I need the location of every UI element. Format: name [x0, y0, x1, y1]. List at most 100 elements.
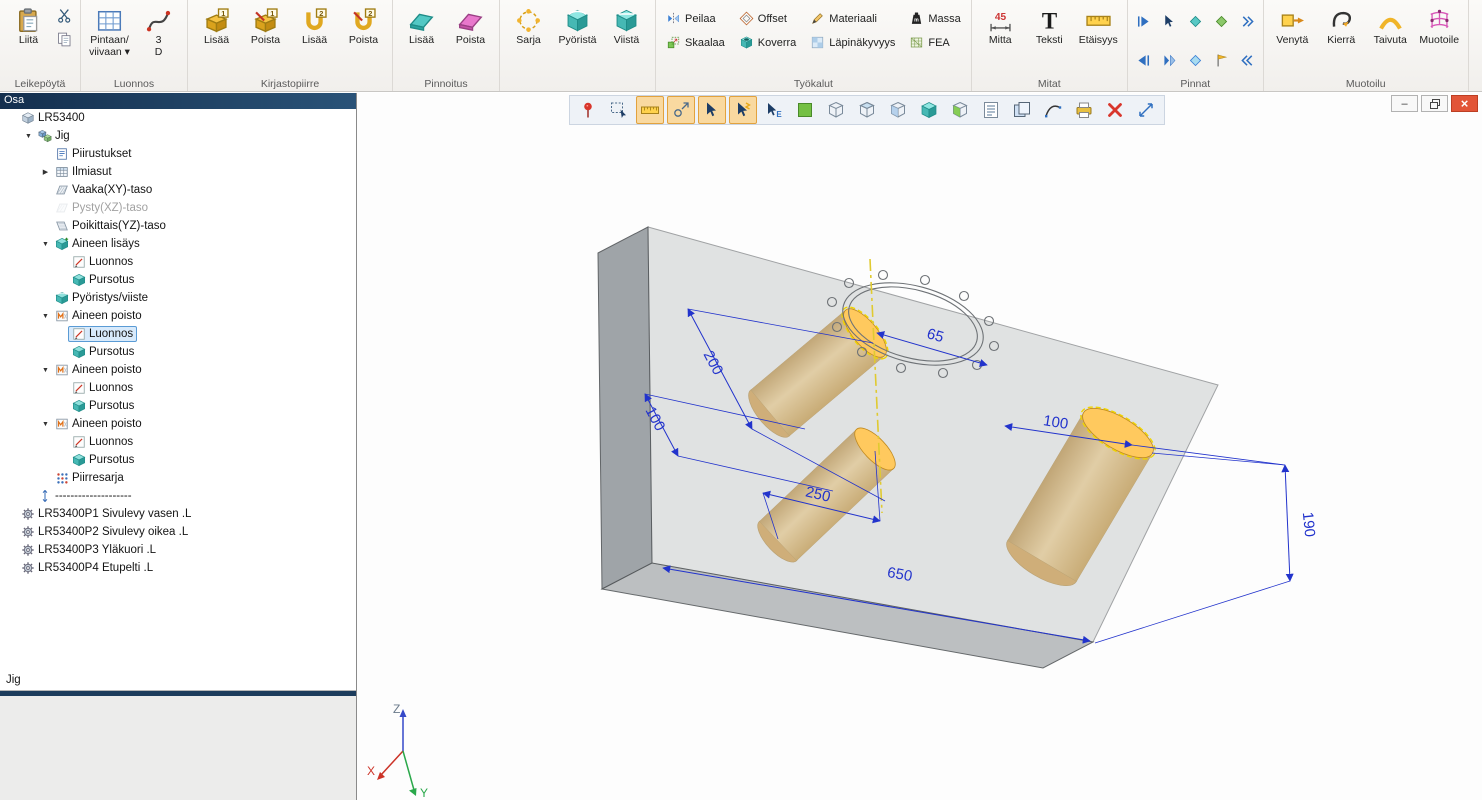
tree-item-pursotus[interactable]: Pursotus: [0, 451, 356, 469]
tree-item-21[interactable]: --------------------: [0, 487, 356, 505]
viewport-tool-copy-layers[interactable]: [1008, 96, 1036, 124]
viewport-tool-print[interactable]: [1070, 96, 1098, 124]
tree-item-luonnos[interactable]: Luonnos: [0, 253, 356, 271]
viewport-tool-measure-arrow[interactable]: [1132, 96, 1160, 124]
viewport-tool-wire-box-section[interactable]: [884, 96, 912, 124]
viewport-tool-pick-element[interactable]: E: [760, 96, 788, 124]
tree-item-ilmiasut[interactable]: ▶Ilmiasut: [0, 163, 356, 181]
ribbon-button-tri-left[interactable]: [1132, 49, 1155, 72]
3d-model-scene[interactable]: 200 100 65 250 100 650 190 Z X Y: [357, 93, 1482, 800]
viewport-tool-cursor[interactable]: [698, 96, 726, 124]
ribbon-button-offset[interactable]: Offset: [733, 8, 803, 29]
expand-arrow[interactable]: ▼: [23, 133, 34, 140]
restore-button[interactable]: [1421, 95, 1448, 112]
3d-viewport[interactable]: 200 100 65 250 100 650 190 Z X Y E – ×: [357, 93, 1482, 800]
ribbon-button-poista[interactable]: 1Poista: [241, 2, 290, 60]
box-left-face[interactable]: [598, 227, 652, 589]
ribbon-button-viist[interactable]: Viistä: [602, 2, 651, 60]
tree-item-pysty-xz-taso[interactable]: Pysty(XZ)-taso: [0, 199, 356, 217]
ribbon-button-poista[interactable]: Poista: [446, 2, 495, 60]
ribbon-button-chev-right[interactable]: [1236, 10, 1259, 33]
tree-item-pursotus[interactable]: Pursotus: [0, 271, 356, 289]
tree-item-lr53400[interactable]: LR53400: [0, 109, 356, 127]
tree-item-pursotus[interactable]: Pursotus: [0, 343, 356, 361]
ribbon-button-poista[interactable]: 2Poista: [339, 2, 388, 60]
ribbon-button-lis[interactable]: Lisää: [397, 2, 446, 60]
tree-item-jig[interactable]: ▼Jig: [0, 127, 356, 145]
tree-item-piirresarja[interactable]: Piirresarja: [0, 469, 356, 487]
ribbon-button-peilaa[interactable]: Peilaa: [660, 8, 731, 29]
dimension-label[interactable]: 190: [1299, 511, 1319, 538]
expand-arrow[interactable]: ▼: [40, 241, 51, 248]
minimize-button[interactable]: –: [1391, 95, 1418, 112]
ribbon-button-tri-pair[interactable]: [1158, 49, 1181, 72]
viewport-tool-snap-angle[interactable]: [667, 96, 695, 124]
ribbon-button-pintaan-viivaan[interactable]: Pintaan/ viivaan ▾: [85, 2, 134, 62]
ribbon-button-cursor-small[interactable]: [1158, 10, 1181, 33]
tree-item-lr53400p2-sivulevy-oikea-l[interactable]: LR53400P2 Sivulevy oikea .L: [0, 523, 356, 541]
ribbon-button-massa[interactable]: mMassa: [903, 8, 966, 29]
tree-item-aineen-poisto[interactable]: ▼Aineen poisto: [0, 415, 356, 433]
tree-item-vaaka-xy-taso[interactable]: Vaaka(XY)-taso: [0, 181, 356, 199]
tree-item-piirustukset[interactable]: Piirustukset: [0, 145, 356, 163]
ribbon-button-lis[interactable]: 2Lisää: [290, 2, 339, 60]
ribbon-button-chev-left[interactable]: [1236, 49, 1259, 72]
ribbon-button-kierr[interactable]: Kierrä: [1317, 2, 1366, 60]
viewport-tool-wire-box-shaded[interactable]: [853, 96, 881, 124]
tree-item-aineen-lis-ys[interactable]: ▼Aineen lisäys: [0, 235, 356, 253]
ribbon-button-tri-right[interactable]: [1132, 10, 1155, 33]
ribbon-button-taivuta[interactable]: Taivuta: [1366, 2, 1415, 60]
ribbon-button-3-d[interactable]: 3 D: [134, 2, 183, 62]
viewport-tool-ruler[interactable]: [636, 96, 664, 124]
feature-tree[interactable]: LR53400▼JigPiirustukset▶IlmiasutVaaka(XY…: [0, 109, 356, 670]
ribbon-button-flag[interactable]: [1210, 49, 1233, 72]
expand-arrow[interactable]: ▼: [40, 313, 51, 320]
tree-item-lr53400p3-yl-kuori-l[interactable]: LR53400P3 Yläkuori .L: [0, 541, 356, 559]
ribbon-button-materiaali[interactable]: Materiaali: [804, 8, 901, 29]
tree-item-luonnos[interactable]: Luonnos: [0, 325, 356, 343]
ribbon-button-copy[interactable]: [54, 29, 75, 50]
tree-item-luonnos[interactable]: Luonnos: [0, 379, 356, 397]
ribbon-button-koverra[interactable]: Koverra: [733, 32, 803, 53]
tree-item-poikittais-yz-taso[interactable]: Poikittais(YZ)-taso: [0, 217, 356, 235]
tree-item-lr53400p4-etupelti-l[interactable]: LR53400P4 Etupelti .L: [0, 559, 356, 577]
tree-item-lr53400p1-sivulevy-vasen-l[interactable]: LR53400P1 Sivulevy vasen .L: [0, 505, 356, 523]
ribbon-button-diamond2[interactable]: [1184, 49, 1207, 72]
viewport-tool-solid-box[interactable]: [915, 96, 943, 124]
ribbon-button-skaalaa[interactable]: Skaalaa: [660, 32, 731, 53]
expand-arrow[interactable]: ▶: [40, 168, 51, 176]
ribbon-button-liit[interactable]: Liitä: [4, 2, 53, 60]
ribbon-button-et-isyys[interactable]: Etäisyys: [1074, 2, 1123, 60]
expand-arrow[interactable]: ▼: [40, 367, 51, 374]
viewport-tool-fill-face[interactable]: [791, 96, 819, 124]
viewport-tool-wire-box[interactable]: [822, 96, 850, 124]
ribbon-button-diamond[interactable]: [1184, 10, 1207, 33]
svg-text:2: 2: [368, 8, 372, 17]
ribbon-button-muotoile[interactable]: Muotoile: [1415, 2, 1464, 60]
viewport-tool-pin[interactable]: [574, 96, 602, 124]
tree-item-luonnos[interactable]: Luonnos: [0, 433, 356, 451]
tree-item-py-ristys-viiste[interactable]: Pyöristys/viiste: [0, 289, 356, 307]
tree-item-pursotus[interactable]: Pursotus: [0, 397, 356, 415]
tree-item-aineen-poisto[interactable]: ▼Aineen poisto: [0, 307, 356, 325]
ribbon-button-sarja[interactable]: Sarja: [504, 2, 553, 60]
ribbon-button-lis[interactable]: 1Lisää: [192, 2, 241, 60]
ribbon-button-py-rist[interactable]: Pyöristä: [553, 2, 602, 60]
viewport-tool-box-green-face[interactable]: [946, 96, 974, 124]
viewport-tool-select-area[interactable]: [605, 96, 633, 124]
viewport-tool-cursor-snap[interactable]: [729, 96, 757, 124]
ribbon-button-teksti[interactable]: TTeksti: [1025, 2, 1074, 60]
ribbon-button-cut[interactable]: [54, 5, 75, 26]
expand-arrow[interactable]: ▼: [40, 421, 51, 428]
ribbon-button-ok[interactable]: OK: [1473, 2, 1482, 60]
ribbon-button-venyt[interactable]: Venytä: [1268, 2, 1317, 60]
close-button[interactable]: ×: [1451, 95, 1478, 112]
ribbon-button-diamond-green[interactable]: [1210, 10, 1233, 33]
ribbon-button-mitta[interactable]: 45Mitta: [976, 2, 1025, 60]
viewport-tool-delete[interactable]: [1101, 96, 1129, 124]
ribbon-button-l-pin-kyvyys[interactable]: Läpinäkyvyys: [804, 32, 901, 53]
viewport-tool-feature-list[interactable]: [977, 96, 1005, 124]
tree-item-aineen-poisto[interactable]: ▼Aineen poisto: [0, 361, 356, 379]
viewport-tool-spline[interactable]: [1039, 96, 1067, 124]
ribbon-button-fea[interactable]: FEA: [903, 32, 966, 53]
